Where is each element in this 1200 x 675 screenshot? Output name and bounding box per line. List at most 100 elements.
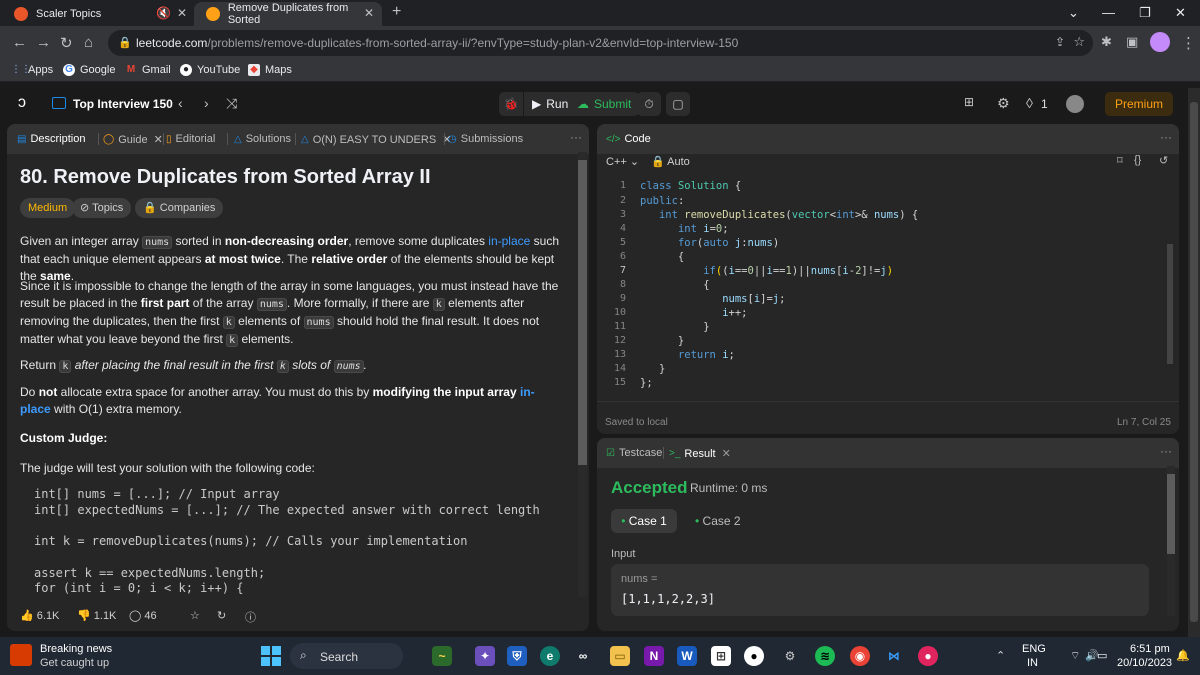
tab-submissions[interactable]: ◷ Submissions [448,133,523,145]
forward-icon[interactable]: → [36,34,51,51]
description-scrollbar[interactable] [578,152,587,597]
browser-tab-scaler[interactable]: Scaler Topics [14,2,101,26]
minimize-icon[interactable]: — [1102,5,1115,20]
shuffle-icon[interactable]: ⤨ [226,95,237,112]
companies-button[interactable]: 🔒 Companies [135,198,224,218]
editor-scrollbar[interactable] [1167,244,1173,364]
bookmark-youtube[interactable]: ● YouTube [180,64,240,76]
search-highlight-icon[interactable]: ~ [432,646,452,666]
profile-avatar[interactable] [1150,32,1170,52]
vscode-icon[interactable]: ⋈ [884,646,904,666]
copilot-icon[interactable]: ✦ [475,646,495,666]
difficulty-badge[interactable]: Medium [20,198,76,218]
notification-bell-icon[interactable]: 🔔 [1176,649,1190,662]
bookmark-icon[interactable]: ⌑ [1117,154,1123,167]
case-1-tab[interactable]: • Case 1 [611,509,677,533]
extensions-icon[interactable]: ✱ [1101,34,1112,50]
share-link-icon[interactable]: ↻ [217,609,226,622]
prev-problem-icon[interactable]: ‹ [178,95,183,111]
result-scrollbar[interactable] [1167,466,1175,616]
close-tab-icon[interactable]: ✕ [722,447,731,460]
wifi-icon[interactable]: ⌔ [1070,649,1080,663]
tab-search-icon[interactable]: ⌄ [1068,5,1079,21]
dislike-button[interactable]: 👎 1.1K [77,609,116,622]
settings-gear-icon[interactable]: ⚙ [997,95,1010,112]
debugger-icon[interactable]: 🐞 [499,92,523,116]
infinity-app-icon[interactable]: ∞ [573,646,593,666]
streak-flame-icon[interactable]: ◊ [1026,95,1033,111]
notes-icon[interactable]: ▢ [666,92,690,116]
github-desktop-icon[interactable]: ● [744,646,764,666]
news-title[interactable]: Breaking news [40,643,112,655]
side-panel-icon[interactable]: ▣ [1126,34,1138,50]
browser-tab-leetcode[interactable]: Remove Duplicates from Sorted [194,2,382,26]
reset-code-icon[interactable]: ↺ [1159,154,1168,167]
news-icon[interactable] [10,644,32,666]
maximize-icon[interactable]: ❐ [1139,5,1151,21]
chat-app-icon[interactable]: ● [918,646,938,666]
problem-list-title[interactable]: Top Interview 150 [73,97,173,111]
clock-time[interactable]: 6:51 pm [1130,643,1170,655]
more-options-icon[interactable]: ··· [1160,130,1172,144]
windows-start-icon[interactable] [261,646,281,666]
bookmark-google[interactable]: G Google [63,64,115,76]
scrollbar-thumb[interactable] [1167,474,1175,554]
case-2-tab[interactable]: • Case 2 [695,514,741,528]
like-button[interactable]: 👍 6.1K [20,609,59,622]
next-problem-icon[interactable]: › [204,95,209,111]
tab-solution-post[interactable]: △ O(N) EASY TO UNDERS ✕ [301,133,451,147]
user-avatar[interactable] [1066,95,1084,113]
onenote-icon[interactable]: N [644,646,664,666]
bookmark-apps[interactable]: ⋮⋮ Apps [11,64,53,76]
close-tab-icon[interactable]: ✕ [177,6,187,20]
tab-description[interactable]: ▤ Description [17,133,85,145]
favorite-star-icon[interactable]: ☆ [190,609,200,622]
page-scrollbar[interactable] [1188,88,1200,637]
new-tab-icon[interactable]: + [392,3,401,21]
tab-guide[interactable]: ◯ Guide ✕ [103,133,163,147]
close-tab-icon[interactable]: ✕ [364,6,374,20]
window-close-icon[interactable]: ✕ [1175,5,1186,21]
tray-chevron-up-icon[interactable]: ⌃ [996,649,1005,662]
leetcode-logo-icon[interactable]: ↄ [18,94,26,112]
more-options-icon[interactable]: ··· [570,130,582,144]
close-tab-icon[interactable]: ✕ [154,133,163,146]
scrollbar-thumb[interactable] [1190,102,1198,622]
language-select[interactable]: C++ ⌄ [606,155,639,168]
tab-editorial[interactable]: ▯ Editorial [166,133,215,145]
taskbar-search-box[interactable]: ⌕ Search [290,643,403,669]
timer-icon[interactable]: ⏱ [637,92,661,116]
chrome-icon[interactable]: ◉ [850,646,870,666]
more-options-icon[interactable]: ··· [1160,444,1172,458]
battery-icon[interactable]: ▭ [1097,649,1107,662]
share-icon[interactable]: ⇪ [1055,35,1065,49]
chrome-menu-icon[interactable]: ⋮ [1181,34,1196,52]
tab-result[interactable]: >_ Result ✕ [669,447,731,461]
edge-icon[interactable]: e [540,646,560,666]
format-code-icon[interactable]: {} [1134,154,1141,166]
tab-solutions[interactable]: △ Solutions [234,133,291,145]
mute-icon[interactable]: 🔇 [156,6,171,20]
keyboard-language[interactable]: ENG [1022,643,1046,655]
bookmark-star-icon[interactable]: ☆ [1073,34,1085,50]
store-icon[interactable]: ⊞ [711,646,731,666]
code-tab[interactable]: </> Code [606,133,651,145]
comments-button[interactable]: ◯ 46 [129,609,157,622]
premium-button[interactable]: Premium [1105,92,1173,116]
word-icon[interactable]: W [677,646,697,666]
scrollbar-thumb[interactable] [578,160,587,465]
spotify-icon[interactable]: ≋ [815,646,835,666]
back-icon[interactable]: ← [12,34,27,51]
layout-grid-icon[interactable]: ⊞ [964,95,974,109]
auto-mode-toggle[interactable]: 🔒 Auto [651,155,690,168]
submit-button[interactable]: ☁ Submit [569,92,640,116]
tab-testcase[interactable]: ☑ Testcase [606,447,662,459]
home-icon[interactable]: ⌂ [84,34,93,51]
topics-button[interactable]: ⊘ Topics [72,198,132,218]
address-bar[interactable]: 🔒 leetcode.com/problems/remove-duplicate… [108,30,1093,56]
security-shield-icon[interactable]: ⛨ [507,646,527,666]
settings-gear-icon[interactable]: ⚙ [780,646,800,666]
bookmark-gmail[interactable]: M Gmail [125,64,171,76]
bookmark-maps[interactable]: ◆ Maps [248,64,292,76]
file-explorer-icon[interactable]: ▭ [610,646,630,666]
